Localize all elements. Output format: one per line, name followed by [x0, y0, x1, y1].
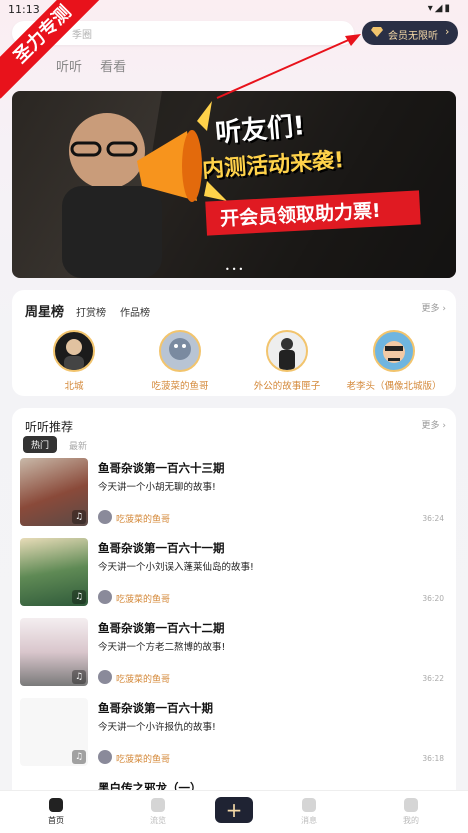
item-title: 鱼哥杂谈第一百六十一期	[98, 541, 225, 555]
rank-name: 老李头（偶像北城版）	[346, 381, 442, 392]
item-title: 鱼哥杂谈第一百六十三期	[98, 461, 225, 475]
item-desc: 今天讲一个方老二熬博的故事!	[98, 642, 226, 653]
list-item[interactable]: ♫ 鱼哥杂谈第一百六十一期 今天讲一个小刘误入蓬莱仙岛的故事! 吃菠菜的鱼哥 3…	[20, 538, 450, 610]
item-author[interactable]: 吃菠菜的鱼哥	[116, 512, 170, 525]
nav-browse[interactable]: 流览	[128, 794, 188, 826]
avatar	[266, 330, 308, 372]
chevron-right-icon: ›	[445, 25, 450, 38]
author-avatar	[98, 750, 112, 764]
author-avatar	[98, 510, 112, 524]
status-time: 11:13	[8, 3, 40, 16]
recommend-more-link[interactable]: 更多 ›	[422, 418, 446, 431]
rank-item[interactable]: 老李头（偶像北城版）	[344, 330, 444, 392]
item-title: 鱼哥杂谈第一百六十二期	[98, 621, 225, 635]
rank-item[interactable]: 外公的故事匣子	[237, 330, 337, 392]
banner-headline: 听友们!	[214, 111, 307, 149]
nav-profile-label: 我的	[403, 816, 419, 825]
nav-messages-label: 消息	[301, 816, 317, 825]
nav-home-label: 首页	[48, 816, 64, 825]
weekly-more-link[interactable]: 更多 ›	[422, 301, 446, 314]
tab-latest[interactable]: 最新	[69, 439, 87, 452]
rank-name: 外公的故事匣子	[253, 381, 321, 392]
weekly-star-card: 周星榜 打赏榜 作品榜 更多 › 北城 吃菠菜的鱼哥 外公的故事匣子 老李头（偶…	[12, 290, 456, 396]
add-button[interactable]: +	[215, 797, 253, 823]
vip-label: 会员无限听	[388, 31, 438, 42]
tab-hot[interactable]: 热门	[23, 436, 58, 453]
item-title: 鱼哥杂谈第一百六十期	[98, 701, 213, 715]
carousel-dots: •••	[225, 265, 246, 274]
nav-messages[interactable]: 消息	[279, 794, 339, 826]
tab-watch[interactable]: 看看	[100, 60, 126, 75]
author-avatar	[98, 670, 112, 684]
item-duration: 36:20	[422, 594, 444, 603]
item-duration: 36:22	[422, 674, 444, 683]
vip-button[interactable]: 会员无限听 ›	[362, 21, 458, 45]
item-author[interactable]: 吃菠菜的鱼哥	[116, 592, 170, 605]
avatar	[53, 330, 95, 372]
avatar	[373, 330, 415, 372]
headphones-icon: ♫	[72, 510, 86, 524]
rank-name: 北城	[64, 381, 84, 392]
rank-item[interactable]: 北城	[24, 330, 124, 392]
item-duration: 36:18	[422, 754, 444, 763]
headphones-icon: ♫	[72, 670, 86, 684]
recommend-title: 听听推荐	[25, 420, 74, 434]
weekly-title: 周星榜	[25, 305, 65, 320]
search-placeholder: 季圈	[72, 30, 92, 41]
item-desc: 今天讲一个小胡无聊的故事!	[98, 482, 216, 493]
promo-banner[interactable]: 听友们! 内测活动来袭! 开会员领取助力票!	[12, 91, 456, 278]
diamond-icon	[371, 27, 383, 37]
nav-browse-label: 流览	[150, 816, 166, 825]
item-desc: 今天讲一个小许报仇的故事!	[98, 722, 216, 733]
item-author[interactable]: 吃菠菜的鱼哥	[116, 752, 170, 765]
tab-tip-rank[interactable]: 打赏榜	[76, 304, 106, 319]
list-item[interactable]: ♫ 鱼哥杂谈第一百六十二期 今天讲一个方老二熬博的故事! 吃菠菜的鱼哥 36:2…	[20, 618, 450, 690]
bottom-nav: 首页 流览 + 消息 我的	[0, 790, 468, 833]
recommend-card: 听听推荐 更多 › 热门 最新 ♫ 鱼哥杂谈第一百六十三期 今天讲一个小胡无聊的…	[12, 408, 456, 832]
profile-icon	[404, 798, 418, 812]
headphones-icon: ♫	[72, 590, 86, 604]
item-author[interactable]: 吃菠菜的鱼哥	[116, 672, 170, 685]
item-duration: 36:24	[422, 514, 444, 523]
home-icon	[49, 798, 63, 812]
rank-name: 吃菠菜的鱼哥	[151, 381, 209, 392]
top-tabs: 听听 看看	[56, 56, 140, 75]
item-desc: 今天讲一个小刘误入蓬莱仙岛的故事!	[98, 562, 254, 573]
arrow-annotation	[216, 34, 361, 99]
nav-profile[interactable]: 我的	[381, 794, 441, 826]
rank-item[interactable]: 吃菠菜的鱼哥	[130, 330, 230, 392]
status-icons: ▾◢▮	[427, 3, 452, 14]
tab-listen[interactable]: 听听	[56, 60, 82, 75]
headphones-icon: ♫	[72, 750, 86, 764]
tab-works-rank[interactable]: 作品榜	[120, 304, 150, 319]
avatar	[159, 330, 201, 372]
nav-home[interactable]: 首页	[26, 794, 86, 826]
list-item[interactable]: ♫ 鱼哥杂谈第一百六十三期 今天讲一个小胡无聊的故事! 吃菠菜的鱼哥 36:24	[20, 458, 450, 530]
message-icon	[302, 798, 316, 812]
planet-icon	[151, 798, 165, 812]
list-item[interactable]: ♫ 鱼哥杂谈第一百六十期 今天讲一个小许报仇的故事! 吃菠菜的鱼哥 36:18	[20, 698, 450, 770]
author-avatar	[98, 590, 112, 604]
